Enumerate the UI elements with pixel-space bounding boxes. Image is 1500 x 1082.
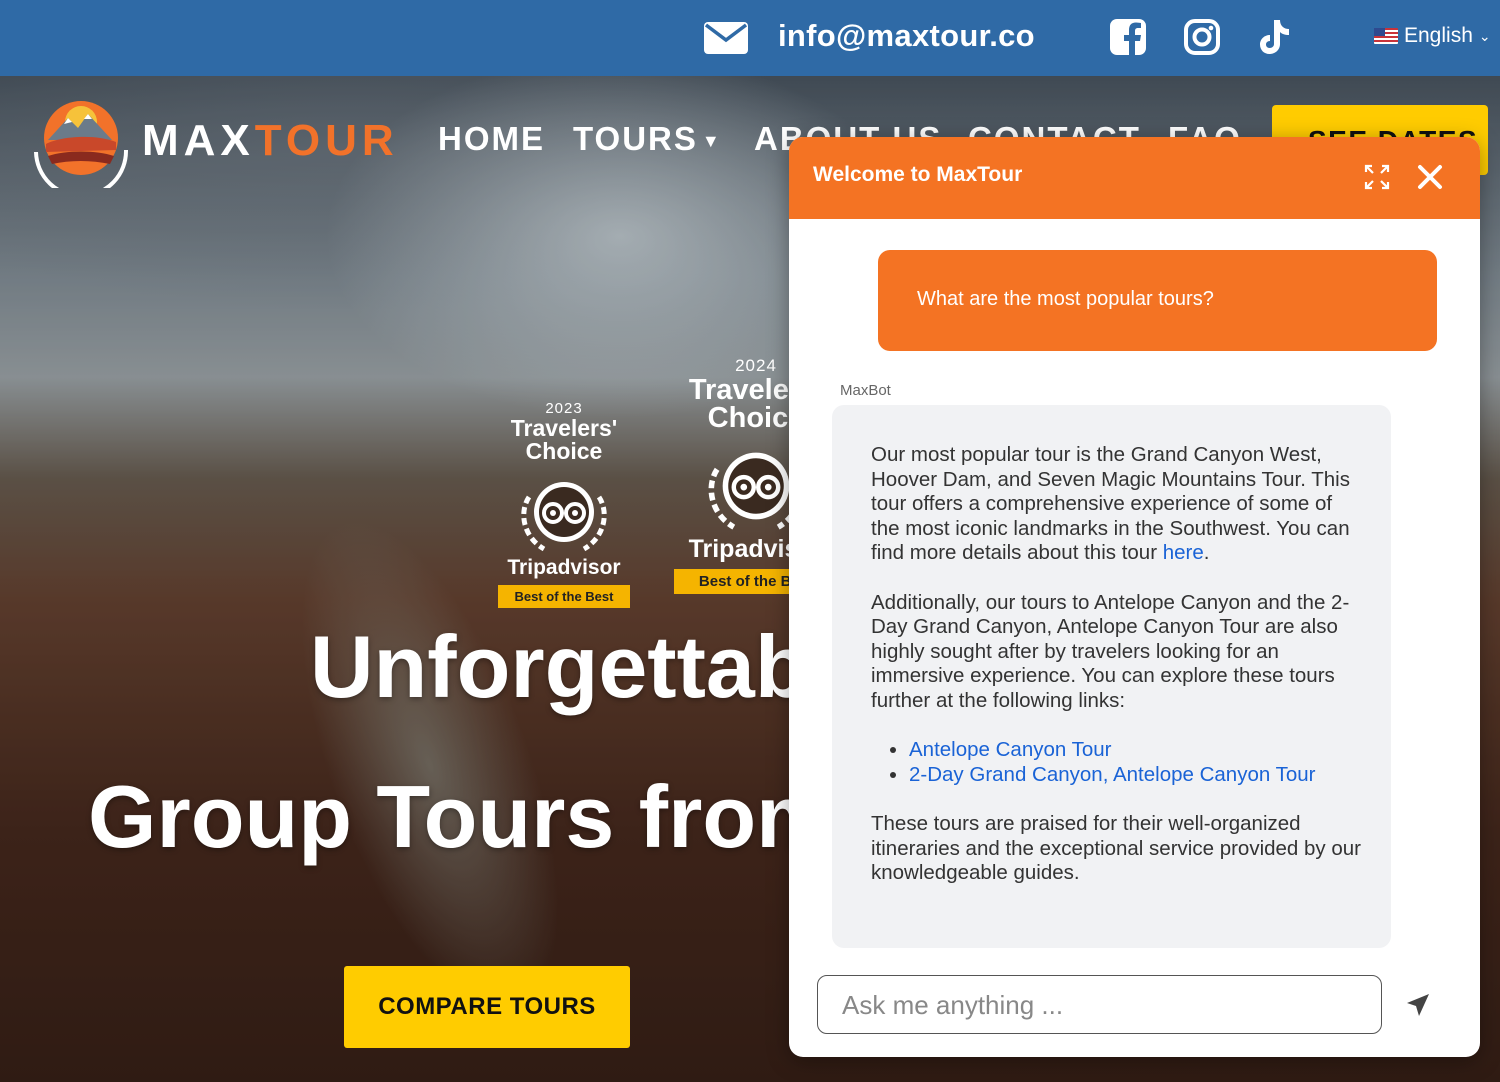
facebook-icon[interactable]: [1109, 17, 1147, 57]
bot-name-label: MaxBot: [840, 382, 891, 399]
chat-header: Welcome to MaxTour: [789, 137, 1480, 219]
hero-headline-line2: Group Tours from: [88, 767, 835, 866]
nav-tours[interactable]: TOURS ▼: [573, 120, 722, 158]
tour-links-list: Antelope Canyon Tour 2-Day Grand Canyon,…: [871, 738, 1361, 787]
maxtour-logo-text[interactable]: MAXTOUR: [142, 116, 399, 166]
bot-paragraph-2: Additionally, our tours to Antelope Cany…: [871, 590, 1350, 712]
nav-home[interactable]: HOME: [438, 120, 545, 158]
antelope-canyon-tour-link[interactable]: Antelope Canyon Tour: [909, 738, 1112, 761]
caret-down-icon: ▼: [701, 130, 722, 151]
tripadvisor-badge-2023: 2023 Travelers' Choice Tripadvisor Best …: [498, 400, 630, 608]
chat-input[interactable]: Ask me anything ...: [817, 975, 1382, 1034]
language-selector[interactable]: English ⌄: [1374, 24, 1491, 48]
tripadvisor-owl-icon: [521, 482, 607, 552]
two-day-tour-link[interactable]: 2-Day Grand Canyon, Antelope Canyon Tour: [909, 763, 1315, 786]
close-icon[interactable]: [1417, 164, 1443, 190]
list-item: Antelope Canyon Tour: [909, 738, 1361, 763]
send-icon[interactable]: [1406, 993, 1430, 1017]
compare-tours-button[interactable]: COMPARE TOURS: [344, 966, 630, 1048]
us-flag-icon: [1374, 28, 1398, 44]
tiktok-icon[interactable]: [1256, 17, 1294, 57]
bot-paragraph-3: These tours are praised for their well-o…: [871, 811, 1361, 885]
top-bar: info@maxtour.co English ⌄: [0, 0, 1500, 76]
chat-title: Welcome to MaxTour: [813, 163, 1023, 186]
user-message-bubble: What are the most popular tours?: [878, 250, 1437, 351]
list-item: 2-Day Grand Canyon, Antelope Canyon Tour: [909, 763, 1361, 788]
chat-widget: Welcome to MaxTour What are the most pop…: [789, 137, 1480, 1057]
bot-paragraph-1: Our most popular tour is the Grand Canyo…: [871, 443, 1350, 565]
language-label: English: [1404, 24, 1473, 47]
mail-icon[interactable]: [704, 22, 748, 54]
contact-email-link[interactable]: info@maxtour.co: [778, 18, 1035, 54]
maxtour-logo-icon[interactable]: [26, 94, 132, 188]
tour-details-link[interactable]: here: [1163, 541, 1204, 564]
instagram-icon[interactable]: [1183, 17, 1221, 57]
chevron-down-icon: ⌄: [1478, 27, 1491, 44]
expand-icon[interactable]: [1364, 164, 1390, 190]
bot-message-bubble: Our most popular tour is the Grand Canyo…: [832, 405, 1391, 948]
